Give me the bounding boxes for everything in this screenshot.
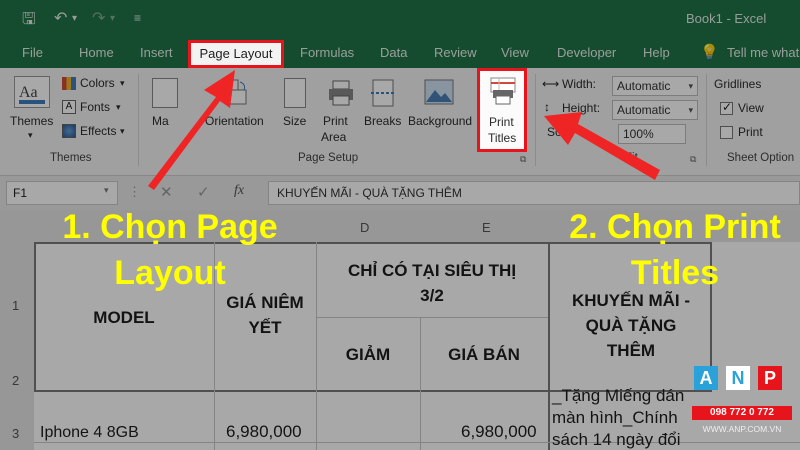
arrow-to-print-titles [544,112,660,180]
logo-letter-n: N [726,366,750,390]
step-1-line-1: 1. Chọn Page [62,208,278,246]
step-1-line-2: Layout [114,254,226,292]
step-2-line-2: Titles [630,254,720,292]
logo-site: WWW.ANP.COM.VN [702,424,782,434]
logo-letter-p: P [758,366,782,390]
logo-phone: 098 772 0 772 [692,406,792,420]
anp-logo: A N P 098 772 0 772 WWW.ANP.COM.VN [692,366,792,444]
arrow-to-page-layout [148,70,235,190]
step-2-line-1: 2. Chọn Print [569,208,781,246]
logo-letter-a: A [694,366,718,390]
